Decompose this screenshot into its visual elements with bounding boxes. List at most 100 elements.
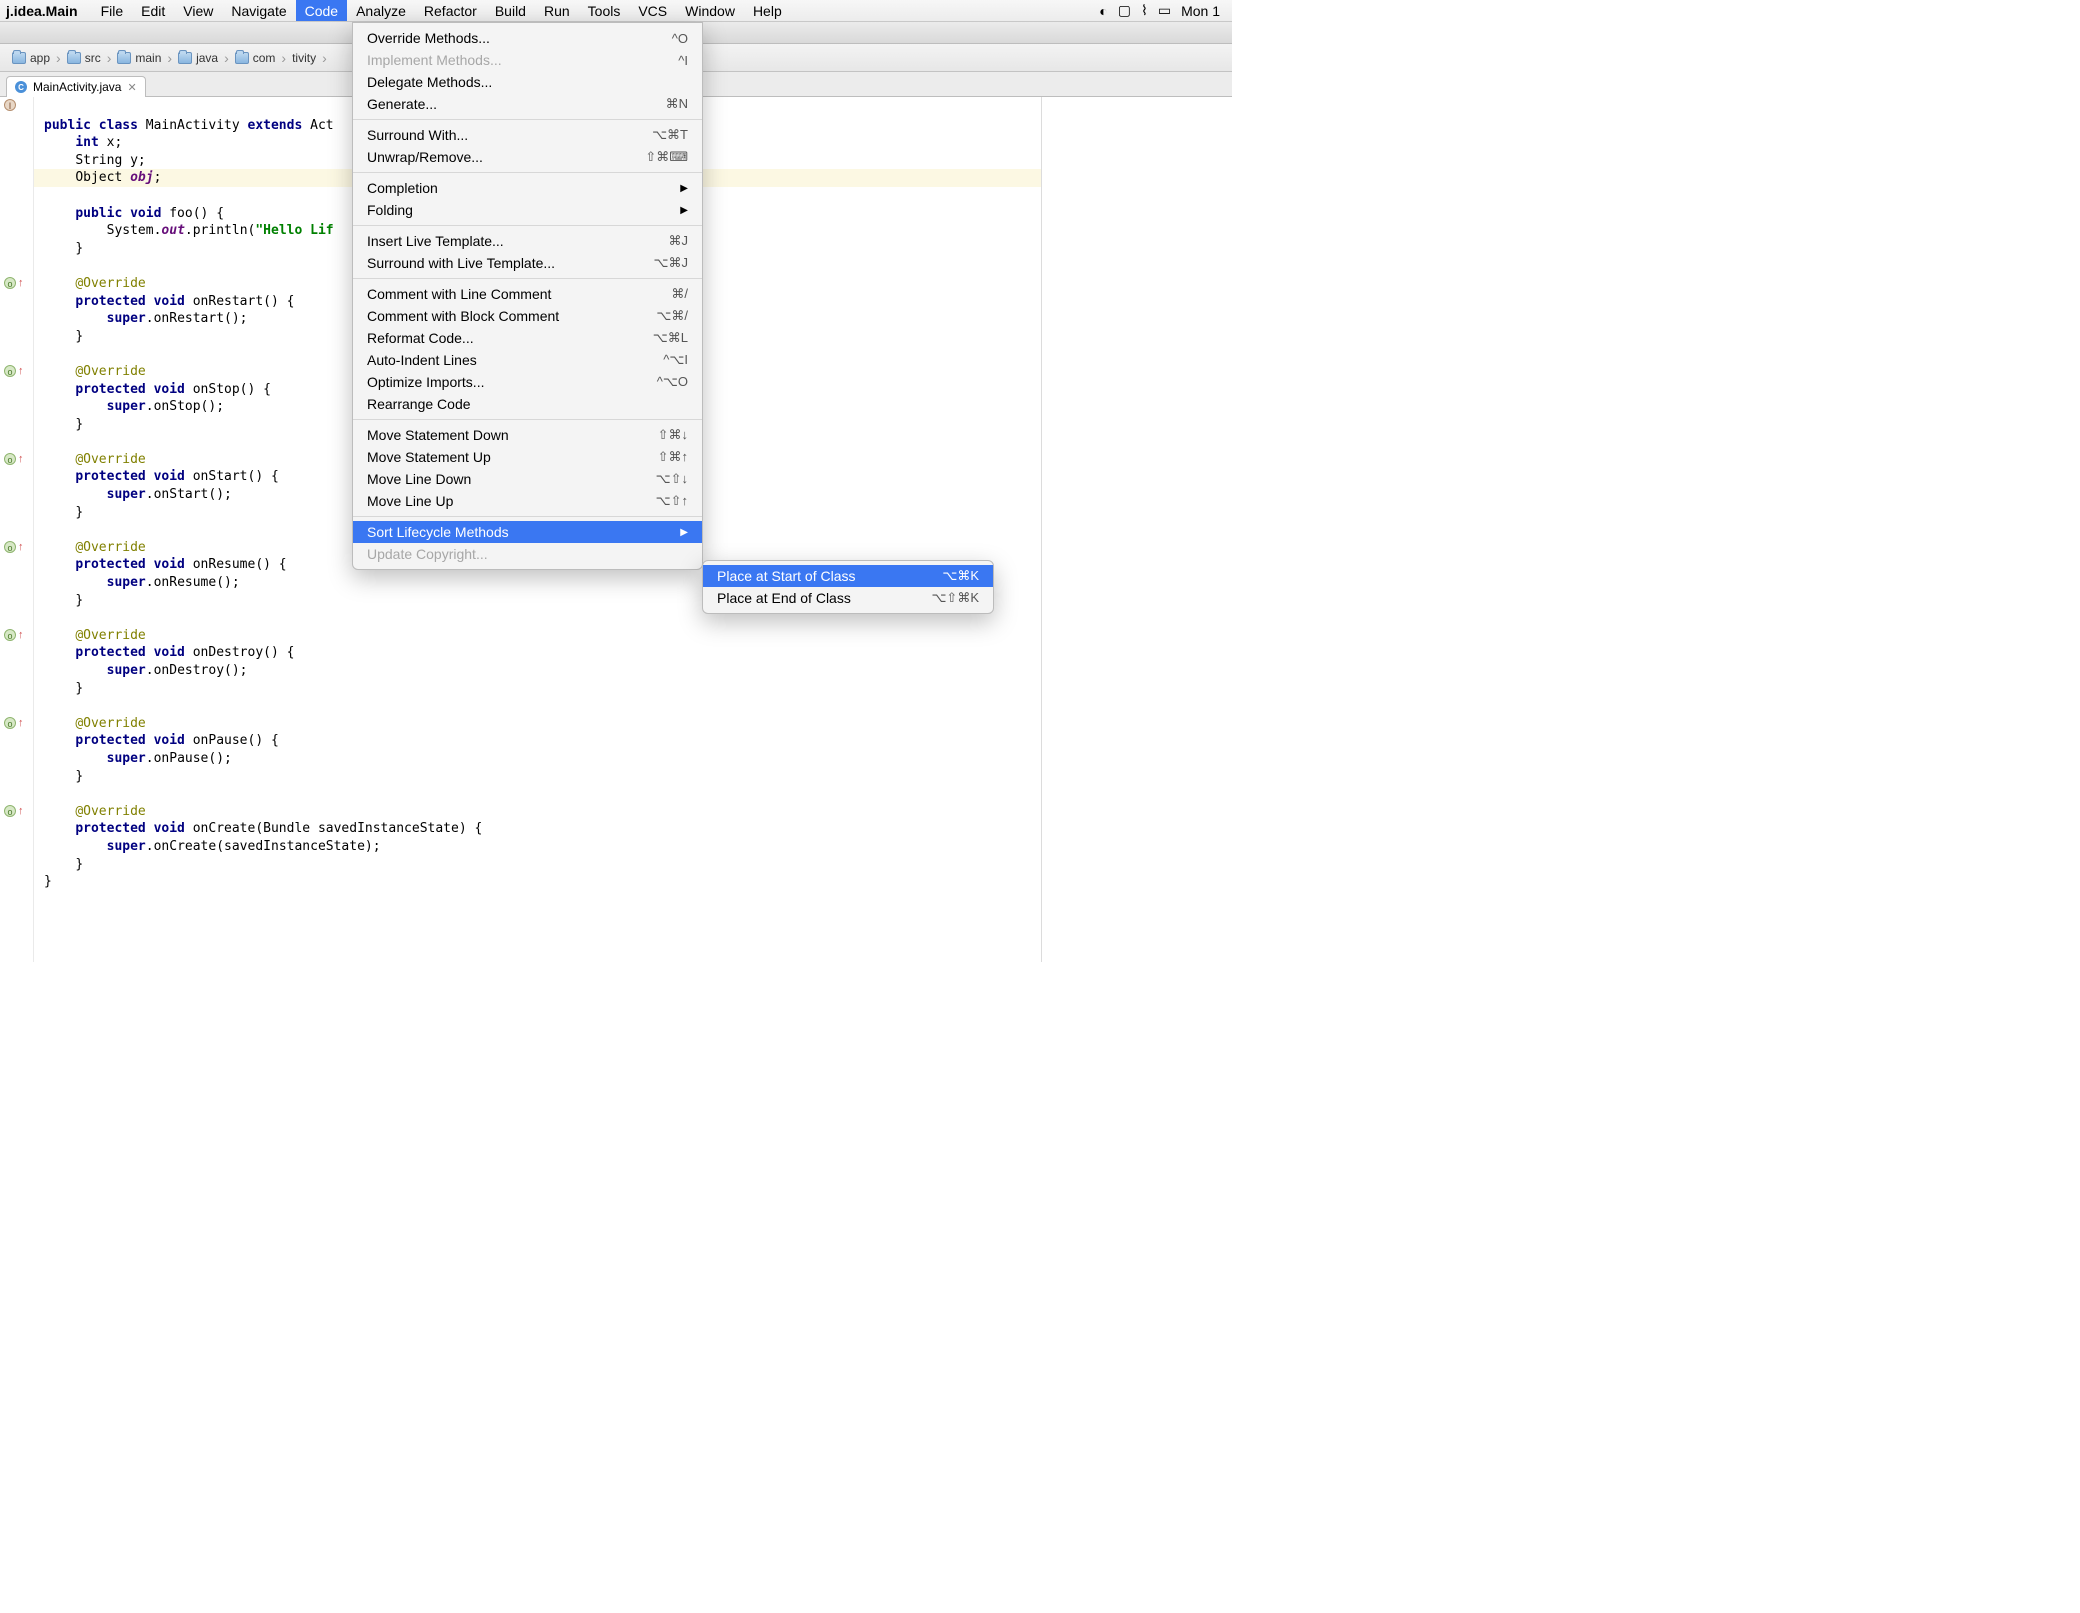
editor-tab[interactable]: C MainActivity.java ✕ [6, 76, 146, 97]
menu-item-comment-with-block-comment[interactable]: Comment with Block Comment⌥⌘/ [353, 305, 702, 327]
folder-icon [117, 52, 131, 64]
gutter: I o ↑ o ↑ o ↑ o ↑ o ↑ o ↑ o ↑ [0, 97, 34, 962]
code-menu-dropdown: Override Methods...^OImplement Methods..… [352, 22, 703, 570]
submenu-item-place-at-start-of-class[interactable]: Place at Start of Class⌥⌘K [703, 565, 993, 587]
chevron-icon: › [279, 50, 288, 66]
menu-item-move-line-down[interactable]: Move Line Down⌥⇧↓ [353, 468, 702, 490]
status-tray: ◐ ▢ ⌇ ▭ Mon 1 [1099, 2, 1226, 19]
tab-label: MainActivity.java [33, 80, 121, 94]
breadcrumb-src[interactable]: src [63, 44, 105, 71]
shortcut-label: ⌘J [669, 233, 689, 249]
menu-separator [353, 172, 702, 173]
app-name: j.idea.Main [6, 3, 78, 19]
menu-refactor[interactable]: Refactor [415, 0, 486, 21]
clock: Mon 1 [1181, 3, 1220, 19]
override-marker-icon[interactable]: o [4, 453, 16, 465]
menu-item-surround-with-live-template[interactable]: Surround with Live Template...⌥⌘J [353, 252, 702, 274]
override-marker-icon[interactable]: o [4, 365, 16, 377]
wifi-icon: ⌇ [1141, 2, 1148, 19]
menu-item-completion[interactable]: Completion▶ [353, 177, 702, 199]
submenu-arrow-icon: ▶ [680, 205, 688, 216]
java-class-icon: C [15, 81, 27, 93]
submenu-arrow-icon: ▶ [680, 183, 688, 194]
menu-item-sort-lifecycle-methods[interactable]: Sort Lifecycle Methods▶ [353, 521, 702, 543]
menu-separator [353, 516, 702, 517]
breadcrumb-app[interactable]: app [8, 44, 54, 71]
shortcut-label: ⌥⇧↑ [656, 493, 688, 509]
chevron-icon: › [222, 50, 231, 66]
shortcut-label: ⌥⌘L [653, 330, 688, 346]
menu-edit[interactable]: Edit [132, 0, 174, 21]
menu-separator [353, 278, 702, 279]
gutter-marker-icon: I [4, 99, 16, 111]
menu-help[interactable]: Help [744, 0, 791, 21]
menu-item-implement-methods: Implement Methods...^I [353, 49, 702, 71]
breadcrumb-com[interactable]: com [231, 44, 280, 71]
menu-build[interactable]: Build [486, 0, 535, 21]
menu-separator [353, 119, 702, 120]
airplay-icon: ▢ [1118, 2, 1131, 19]
shortcut-label: ^⌥O [657, 374, 688, 390]
menu-vcs[interactable]: VCS [629, 0, 676, 21]
menu-item-rearrange-code[interactable]: Rearrange Code [353, 393, 702, 415]
menu-navigate[interactable]: Navigate [222, 0, 295, 21]
menu-item-optimize-imports[interactable]: Optimize Imports...^⌥O [353, 371, 702, 393]
menu-code[interactable]: Code [296, 0, 347, 21]
chevron-icon: › [105, 50, 114, 66]
menu-item-generate[interactable]: Generate...⌘N [353, 93, 702, 115]
breadcrumb-tail[interactable]: tivity [288, 44, 320, 71]
menu-item-comment-with-line-comment[interactable]: Comment with Line Comment⌘/ [353, 283, 702, 305]
menu-item-move-statement-down[interactable]: Move Statement Down⇧⌘↓ [353, 424, 702, 446]
menu-item-update-copyright: Update Copyright... [353, 543, 702, 565]
close-icon[interactable]: ✕ [127, 81, 136, 94]
move-up-icon: ↑ [18, 717, 24, 729]
menu-item-unwrap-remove[interactable]: Unwrap/Remove...⇧⌘⌨ [353, 146, 702, 168]
override-marker-icon[interactable]: o [4, 629, 16, 641]
breadcrumb-main[interactable]: main [113, 44, 165, 71]
menu-item-override-methods[interactable]: Override Methods...^O [353, 27, 702, 49]
shortcut-label: ⇧⌘↓ [658, 427, 688, 443]
override-marker-icon[interactable]: o [4, 541, 16, 553]
menu-separator [353, 225, 702, 226]
override-marker-icon[interactable]: o [4, 277, 16, 289]
shortcut-label: ^O [672, 31, 688, 46]
menu-run[interactable]: Run [535, 0, 579, 21]
move-up-icon: ↑ [18, 805, 24, 817]
override-marker-icon[interactable]: o [4, 805, 16, 817]
shortcut-label: ⌥⇧⌘K [931, 590, 979, 606]
menu-item-auto-indent-lines[interactable]: Auto-Indent Lines^⌥I [353, 349, 702, 371]
menu-item-move-line-up[interactable]: Move Line Up⌥⇧↑ [353, 490, 702, 512]
menu-window[interactable]: Window [676, 0, 744, 21]
shortcut-label: ⌥⇧↓ [656, 471, 688, 487]
move-up-icon: ↑ [18, 629, 24, 641]
move-up-icon: ↑ [18, 541, 24, 553]
folder-icon [67, 52, 81, 64]
breadcrumb-java[interactable]: java [174, 44, 222, 71]
submenu-arrow-icon: ▶ [680, 527, 688, 538]
menu-item-folding[interactable]: Folding▶ [353, 199, 702, 221]
submenu-item-place-at-end-of-class[interactable]: Place at End of Class⌥⇧⌘K [703, 587, 993, 609]
shortcut-label: ⌥⌘T [652, 127, 688, 143]
shortcut-label: ⇧⌘⌨ [645, 149, 688, 165]
mac-menubar: j.idea.Main FileEditViewNavigateCodeAnal… [0, 0, 1232, 22]
sort-lifecycle-submenu: Place at Start of Class⌥⌘KPlace at End o… [702, 560, 994, 614]
move-up-icon: ↑ [18, 365, 24, 377]
chevron-icon: › [165, 50, 174, 66]
shortcut-label: ⌥⌘/ [656, 308, 688, 324]
menu-item-surround-with[interactable]: Surround With...⌥⌘T [353, 124, 702, 146]
menu-tools[interactable]: Tools [579, 0, 630, 21]
menu-view[interactable]: View [174, 0, 222, 21]
menu-item-move-statement-up[interactable]: Move Statement Up⇧⌘↑ [353, 446, 702, 468]
menu-item-reformat-code[interactable]: Reformat Code...⌥⌘L [353, 327, 702, 349]
folder-icon [178, 52, 192, 64]
menu-analyze[interactable]: Analyze [347, 0, 415, 21]
chevron-icon: › [320, 50, 329, 66]
shortcut-label: ^I [678, 53, 688, 68]
menu-item-insert-live-template[interactable]: Insert Live Template...⌘J [353, 230, 702, 252]
menu-item-delegate-methods[interactable]: Delegate Methods... [353, 71, 702, 93]
shortcut-label: ⌥⌘J [654, 255, 688, 271]
menu-file[interactable]: File [92, 0, 133, 21]
folder-icon [12, 52, 26, 64]
folder-icon [235, 52, 249, 64]
override-marker-icon[interactable]: o [4, 717, 16, 729]
